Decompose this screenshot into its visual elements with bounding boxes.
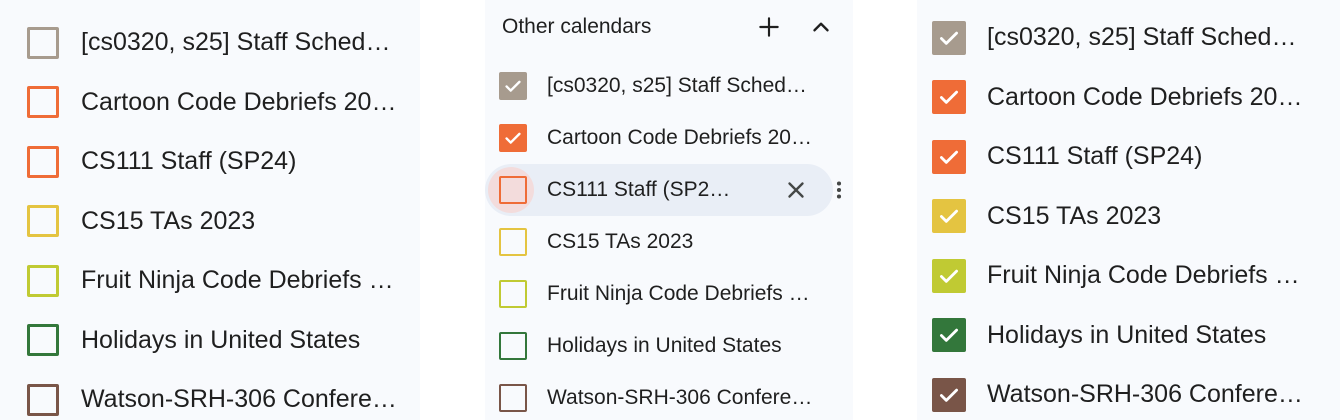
calendar-name: Cartoon Code Debriefs 20…: [81, 87, 397, 116]
calendar-list-item[interactable]: CS15 TAs 2023: [917, 187, 1340, 247]
checkmark-icon: [505, 80, 521, 92]
calendar-list-item[interactable]: Cartoon Code Debriefs 20…: [0, 73, 420, 133]
other-calendars-panel: Other calendars [cs0320, s25] Staff Sche…: [485, 0, 853, 420]
calendar-list-item[interactable]: Cartoon Code Debriefs 20…: [917, 68, 1340, 128]
more-vert-icon: [836, 181, 841, 199]
calendar-list-checked-panel: [cs0320, s25] Staff Sched… Cartoon Code D…: [917, 0, 1340, 420]
calendar-checkbox[interactable]: [27, 145, 59, 178]
calendar-checkbox[interactable]: [499, 124, 527, 152]
plus-icon: [759, 17, 779, 37]
calendar-name: [cs0320, s25] Staff Sched…: [547, 74, 807, 97]
calendar-name: Watson-SRH-306 Confere…: [987, 380, 1303, 409]
unsubscribe-button[interactable]: [782, 172, 811, 208]
calendar-list-item[interactable]: Fruit Ninja Code Debriefs …: [917, 246, 1340, 306]
calendar-checkbox[interactable]: [499, 384, 527, 412]
calendar-name: Cartoon Code Debriefs 20…: [547, 126, 812, 149]
calendar-checkbox[interactable]: [27, 26, 59, 59]
calendar-checkbox[interactable]: [499, 176, 527, 204]
calendar-checkbox[interactable]: [932, 20, 966, 55]
calendar-list-unchecked-panel: [cs0320, s25] Staff Sched… Cartoon Code D…: [0, 0, 420, 420]
close-icon: [788, 182, 804, 198]
calendar-checkbox[interactable]: [932, 139, 966, 174]
calendar-name: Holidays in United States: [987, 320, 1267, 349]
calendar-name: Fruit Ninja Code Debriefs …: [81, 266, 394, 295]
calendar-list-item[interactable]: Cartoon Code Debriefs 20…: [485, 112, 853, 164]
calendar-list-item[interactable]: Fruit Ninja Code Debriefs …: [0, 251, 420, 311]
other-calendars-header: Other calendars: [485, 0, 853, 54]
checkmark-icon: [940, 269, 958, 283]
calendar-checkbox[interactable]: [499, 72, 527, 100]
calendar-list: [cs0320, s25] Staff Sched… Cartoon Code D…: [0, 13, 420, 420]
checkmark-icon: [940, 209, 958, 224]
options-button[interactable]: [824, 172, 853, 208]
calendar-checkbox[interactable]: [27, 324, 59, 357]
calendar-checkbox[interactable]: [499, 280, 527, 308]
calendar-list-item[interactable]: Holidays in United States: [0, 311, 420, 371]
checkmark-icon: [505, 132, 521, 144]
calendar-list-item[interactable]: Watson-SRH-306 Confere…: [0, 370, 420, 420]
calendar-name: Fruit Ninja Code Debriefs …: [547, 282, 810, 305]
calendar-list-item[interactable]: [cs0320, s25] Staff Sched…: [485, 60, 853, 112]
checkmark-icon: [940, 328, 958, 343]
calendar-list-item[interactable]: Watson-SRH-306 Confere…: [917, 365, 1340, 420]
calendar-name: CS15 TAs 2023: [987, 201, 1162, 230]
calendar-name: CS111 Staff (SP2…: [547, 178, 731, 201]
calendar-list: [cs0320, s25] Staff Sched… Cartoon Code D…: [917, 8, 1340, 420]
calendar-list-item[interactable]: CS111 Staff (SP2…: [485, 164, 853, 216]
calendar-name: CS111 Staff (SP24): [81, 147, 297, 176]
calendar-list-item[interactable]: Holidays in United States: [485, 320, 853, 372]
calendar-checkbox[interactable]: [932, 377, 966, 412]
calendar-list: [cs0320, s25] Staff Sched… Cartoon Code D…: [485, 60, 853, 420]
calendar-list-item[interactable]: Holidays in United States: [917, 306, 1340, 366]
calendar-name: Holidays in United States: [547, 334, 782, 357]
section-title: Other calendars: [502, 15, 652, 38]
calendar-name: [cs0320, s25] Staff Sched…: [81, 28, 391, 57]
calendar-list-item[interactable]: [cs0320, s25] Staff Sched…: [917, 8, 1340, 68]
checkmark-icon: [940, 150, 958, 164]
calendar-name: CS111 Staff (SP24): [987, 142, 1203, 171]
calendar-checkbox[interactable]: [932, 199, 966, 234]
calendar-checkbox[interactable]: [932, 318, 966, 353]
calendar-list-item[interactable]: Fruit Ninja Code Debriefs …: [485, 268, 853, 320]
calendar-checkbox[interactable]: [499, 228, 527, 256]
calendar-name: Cartoon Code Debriefs 20…: [987, 82, 1303, 111]
calendar-list-item[interactable]: CS15 TAs 2023: [485, 216, 853, 268]
calendar-name: CS15 TAs 2023: [547, 230, 694, 253]
checkmark-icon: [940, 31, 958, 45]
calendar-checkbox[interactable]: [27, 205, 59, 238]
calendar-checkbox[interactable]: [932, 258, 966, 293]
calendar-list-item[interactable]: [cs0320, s25] Staff Sched…: [0, 13, 420, 73]
calendar-checkbox[interactable]: [27, 264, 59, 297]
chevron-up-icon: [813, 22, 829, 32]
calendar-checkbox[interactable]: [27, 383, 59, 416]
calendar-name: Fruit Ninja Code Debriefs …: [987, 261, 1300, 290]
calendar-checkbox[interactable]: [499, 332, 527, 360]
calendar-list-item[interactable]: CS15 TAs 2023: [0, 192, 420, 252]
collapse-section-button[interactable]: [801, 7, 841, 47]
checkmark-icon: [940, 388, 958, 402]
calendar-checkbox[interactable]: [932, 80, 966, 115]
calendar-name: Watson-SRH-306 Confere…: [81, 385, 397, 414]
calendar-name: [cs0320, s25] Staff Sched…: [987, 23, 1297, 52]
calendar-name: Holidays in United States: [81, 325, 361, 354]
calendar-name: Watson-SRH-306 Confere…: [547, 386, 813, 409]
calendar-list-item[interactable]: CS111 Staff (SP24): [0, 132, 420, 192]
calendar-list-item[interactable]: CS111 Staff (SP24): [917, 127, 1340, 187]
add-calendar-button[interactable]: [749, 7, 789, 47]
checkmark-icon: [940, 90, 958, 105]
calendar-checkbox[interactable]: [27, 86, 59, 119]
calendar-name: CS15 TAs 2023: [81, 206, 256, 235]
calendar-list-item[interactable]: Watson-SRH-306 Confere…: [485, 372, 853, 420]
